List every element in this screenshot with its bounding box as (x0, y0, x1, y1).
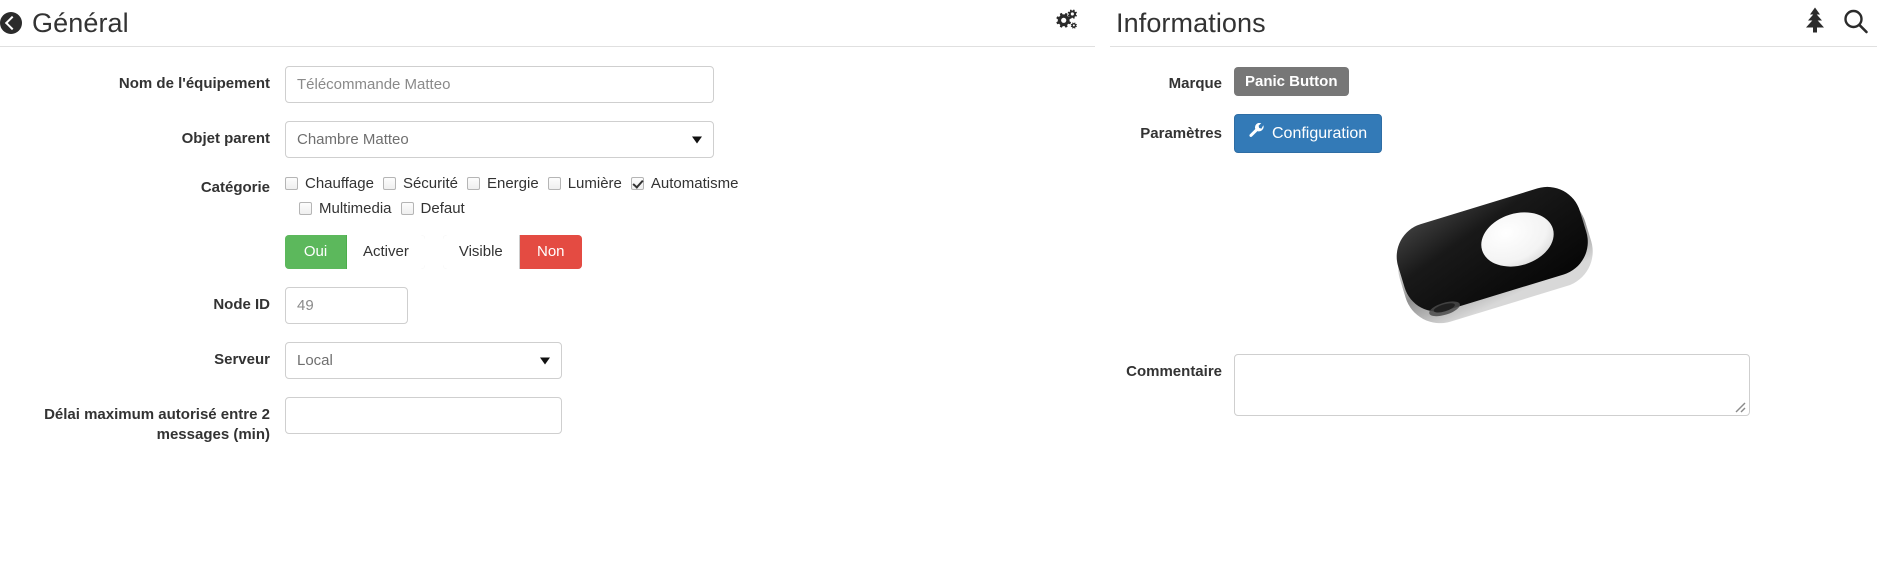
configuration-button[interactable]: Configuration (1234, 114, 1383, 154)
category-row-1: Chauffage Sécurité Energie Lumière Autom… (285, 175, 1095, 192)
informations-panel: Informations Marque Panic Button Paramèt… (1110, 0, 1877, 562)
enable-toggle-group[interactable]: Oui Activer (285, 235, 425, 269)
node-id-input[interactable] (285, 287, 408, 324)
serveur-label: Serveur (214, 351, 270, 368)
search-icon[interactable] (1842, 7, 1869, 39)
configuration-button-label: Configuration (1272, 125, 1368, 143)
parent-object-label: Objet parent (181, 130, 270, 147)
gears-icon[interactable] (1053, 9, 1079, 38)
field-row-serveur: Serveur Local (0, 342, 1095, 379)
checkbox-multimedia[interactable]: Multimedia (299, 200, 392, 217)
back-arrow-circle-icon[interactable] (0, 12, 22, 34)
checkbox-automatisme[interactable]: Automatisme (630, 175, 739, 192)
panic-button-keyfob-photo (1369, 180, 1619, 335)
commentaire-label: Commentaire (1126, 363, 1222, 381)
serveur-selected-value: Local (297, 352, 333, 369)
checkbox-chauffage[interactable]: Chauffage (285, 175, 374, 192)
general-panel-header: Général (0, 0, 1095, 47)
checkbox-box-icon[interactable] (299, 202, 312, 215)
equipment-name-label: Nom de l'équipement (118, 75, 270, 92)
field-row-marque: Marque Panic Button (1110, 67, 1877, 97)
field-row-parent-object: Objet parent Chambre Matteo (0, 121, 1095, 158)
wrench-icon (1249, 123, 1265, 144)
checkbox-label: Energie (486, 175, 539, 192)
tree-icon[interactable] (1802, 7, 1828, 40)
checkbox-box-icon[interactable] (547, 177, 561, 190)
delai-max-label: Délai maximum autorisé entre 2 messages … (44, 406, 270, 444)
enable-toggle-activer[interactable]: Activer (347, 235, 425, 269)
checkbox-label: Lumière (567, 175, 622, 192)
visible-toggle-visible[interactable]: Visible (442, 235, 520, 269)
parent-object-select[interactable]: Chambre Matteo (285, 121, 714, 158)
checkbox-box-icon[interactable] (382, 177, 396, 190)
delai-max-input[interactable] (285, 397, 562, 434)
equipment-config-page: Général Nom de l'équipement Télécommande… (0, 0, 1877, 562)
checkbox-label: Sécurité (402, 175, 458, 192)
checkbox-box-checked-icon[interactable] (630, 177, 644, 190)
equipment-name-input[interactable] (285, 66, 714, 103)
parametres-label: Paramètres (1140, 125, 1222, 143)
page-title: Général (32, 7, 129, 38)
marque-badge: Panic Button (1234, 67, 1349, 97)
checkbox-label: Automatisme (650, 175, 739, 192)
field-row-commentaire: Commentaire (1110, 354, 1877, 417)
informations-panel-header: Informations (1110, 0, 1877, 47)
checkbox-lumiere[interactable]: Lumière (547, 175, 622, 192)
marque-label: Marque (1168, 75, 1222, 92)
chevron-down-icon (540, 357, 550, 364)
field-row-delai-max: Délai maximum autorisé entre 2 messages … (0, 397, 1095, 446)
checkbox-defaut[interactable]: Defaut (400, 200, 465, 217)
checkbox-box-icon[interactable] (466, 177, 480, 190)
checkbox-energie[interactable]: Energie (466, 175, 539, 192)
chevron-down-icon (692, 136, 702, 143)
commentaire-textarea[interactable] (1234, 354, 1750, 417)
checkbox-securite[interactable]: Sécurité (382, 175, 458, 192)
field-row-category: Catégorie Chauffage Sécurité Energie Lum… (0, 175, 1095, 269)
visible-toggle-non[interactable]: Non (519, 235, 582, 269)
category-row-2: Multimedia Defaut (285, 200, 1095, 217)
enable-toggle-oui[interactable]: Oui (285, 235, 347, 269)
header-icons (1802, 7, 1869, 40)
commentaire-textarea-wrapper (1234, 354, 1750, 417)
device-image-container (1110, 175, 1877, 340)
field-row-node-id: Node ID (0, 287, 1095, 324)
parent-object-selected-value: Chambre Matteo (297, 131, 409, 148)
field-row-equipment-name: Nom de l'équipement (0, 66, 1095, 103)
node-id-label: Node ID (213, 296, 270, 313)
checkbox-box-icon[interactable] (400, 202, 414, 215)
informations-title: Informations (1116, 7, 1266, 38)
checkbox-box-icon[interactable] (285, 177, 298, 190)
checkbox-label: Chauffage (305, 175, 374, 192)
checkbox-label: Multimedia (319, 200, 392, 217)
field-row-parametres: Paramètres Configuration (1110, 114, 1877, 154)
visible-toggle-group[interactable]: Visible Non (442, 235, 582, 269)
toggle-row: Oui Activer Visible Non (285, 235, 1095, 269)
general-panel: Général Nom de l'équipement Télécommande… (0, 0, 1095, 562)
category-label: Catégorie (200, 179, 270, 196)
category-checkbox-group: Chauffage Sécurité Energie Lumière Autom… (285, 175, 1095, 269)
checkbox-label: Defaut (420, 200, 465, 217)
serveur-select[interactable]: Local (285, 342, 562, 379)
